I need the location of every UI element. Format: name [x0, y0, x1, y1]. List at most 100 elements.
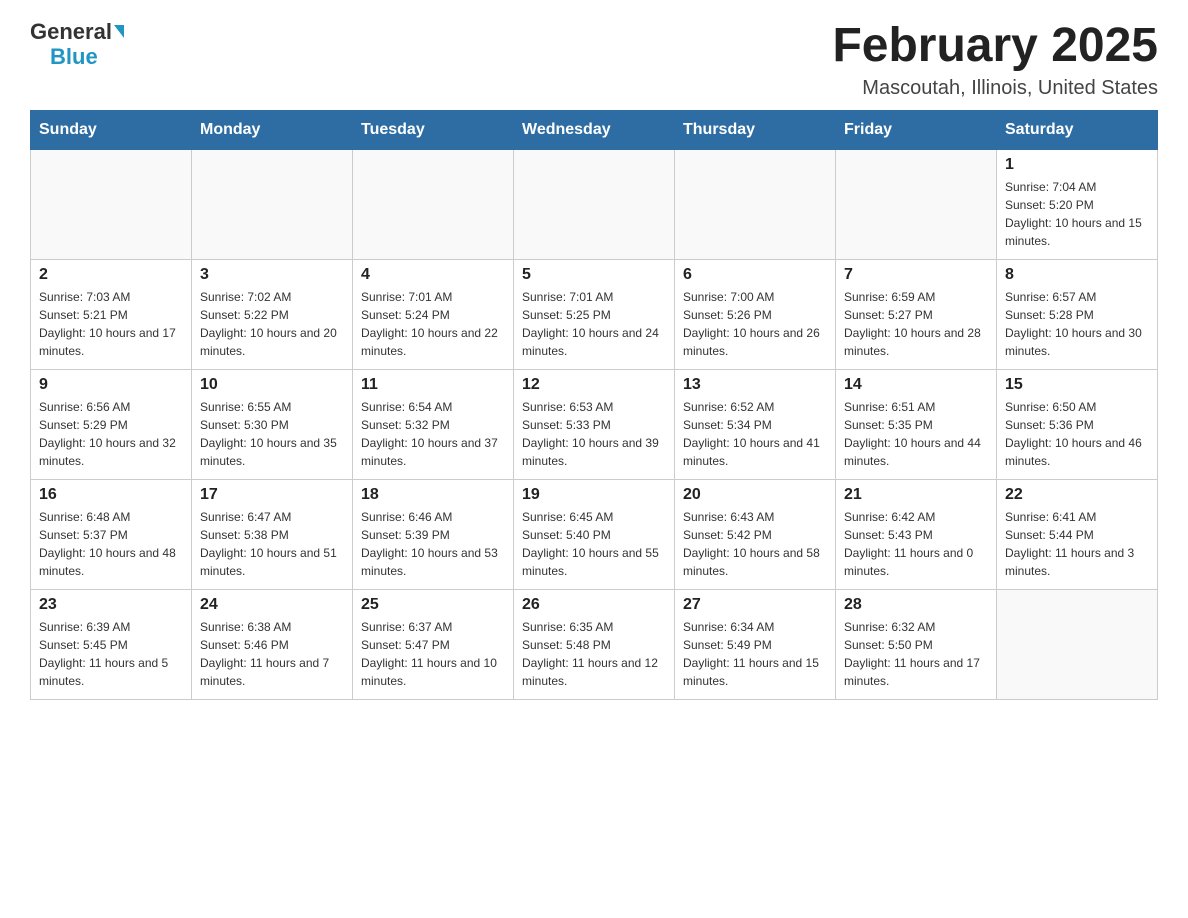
calendar-day-cell: 4 Sunrise: 7:01 AM Sunset: 5:24 PM Daylig… [353, 259, 514, 369]
day-info: Sunrise: 6:35 AM Sunset: 5:48 PM Dayligh… [522, 618, 666, 690]
day-number: 6 [683, 266, 827, 284]
day-info: Sunrise: 6:43 AM Sunset: 5:42 PM Dayligh… [683, 508, 827, 580]
calendar-week-row: 23 Sunrise: 6:39 AM Sunset: 5:45 PM Dayli… [31, 589, 1158, 699]
day-info: Sunrise: 7:01 AM Sunset: 5:24 PM Dayligh… [361, 288, 505, 360]
day-number: 7 [844, 266, 988, 284]
day-number: 2 [39, 266, 183, 284]
calendar-day-cell: 7 Sunrise: 6:59 AM Sunset: 5:27 PM Daylig… [836, 259, 997, 369]
day-number: 12 [522, 376, 666, 394]
day-info: Sunrise: 7:02 AM Sunset: 5:22 PM Dayligh… [200, 288, 344, 360]
calendar-day-cell: 25 Sunrise: 6:37 AM Sunset: 5:47 PM Dayli… [353, 589, 514, 699]
calendar-title: February 2025 [832, 20, 1158, 73]
weekday-header-sunday: Sunday [31, 110, 192, 149]
logo-blue-text: Blue [50, 44, 98, 69]
day-number: 1 [1005, 156, 1149, 174]
calendar-day-cell [675, 149, 836, 259]
day-info: Sunrise: 6:55 AM Sunset: 5:30 PM Dayligh… [200, 398, 344, 470]
calendar-day-cell: 17Sunrise: 6:47 AM Sunset: 5:38 PM Dayli… [192, 479, 353, 589]
calendar-day-cell: 12 Sunrise: 6:53 AM Sunset: 5:33 PM Dayli… [514, 369, 675, 479]
day-info: Sunrise: 6:48 AM Sunset: 5:37 PM Dayligh… [39, 508, 183, 580]
day-number: 18 [361, 486, 505, 504]
day-number: 22 [1005, 486, 1149, 504]
calendar-day-cell: 23 Sunrise: 6:39 AM Sunset: 5:45 PM Dayli… [31, 589, 192, 699]
day-info: Sunrise: 6:46 AM Sunset: 5:39 PM Dayligh… [361, 508, 505, 580]
calendar-day-cell: 16Sunrise: 6:48 AM Sunset: 5:37 PM Dayli… [31, 479, 192, 589]
day-number: 8 [1005, 266, 1149, 284]
day-info: Sunrise: 6:53 AM Sunset: 5:33 PM Dayligh… [522, 398, 666, 470]
calendar-day-cell [836, 149, 997, 259]
day-info: Sunrise: 6:56 AM Sunset: 5:29 PM Dayligh… [39, 398, 183, 470]
day-number: 4 [361, 266, 505, 284]
day-info: Sunrise: 6:59 AM Sunset: 5:27 PM Dayligh… [844, 288, 988, 360]
weekday-header-wednesday: Wednesday [514, 110, 675, 149]
calendar-day-cell: 19 Sunrise: 6:45 AM Sunset: 5:40 PM Dayli… [514, 479, 675, 589]
day-info: Sunrise: 7:01 AM Sunset: 5:25 PM Dayligh… [522, 288, 666, 360]
calendar-day-cell: 24 Sunrise: 6:38 AM Sunset: 5:46 PM Dayli… [192, 589, 353, 699]
day-info: Sunrise: 7:04 AM Sunset: 5:20 PM Dayligh… [1005, 178, 1149, 250]
calendar-day-cell: 22 Sunrise: 6:41 AM Sunset: 5:44 PM Dayli… [997, 479, 1158, 589]
calendar-header-row: SundayMondayTuesdayWednesdayThursdayFrid… [31, 110, 1158, 149]
calendar-day-cell [192, 149, 353, 259]
day-number: 20 [683, 486, 827, 504]
day-info: Sunrise: 7:00 AM Sunset: 5:26 PM Dayligh… [683, 288, 827, 360]
day-number: 5 [522, 266, 666, 284]
calendar-day-cell: 1 Sunrise: 7:04 AM Sunset: 5:20 PM Daylig… [997, 149, 1158, 259]
calendar-day-cell: 8 Sunrise: 6:57 AM Sunset: 5:28 PM Daylig… [997, 259, 1158, 369]
calendar-day-cell [31, 149, 192, 259]
calendar-day-cell: 9 Sunrise: 6:56 AM Sunset: 5:29 PM Daylig… [31, 369, 192, 479]
calendar-day-cell: 14 Sunrise: 6:51 AM Sunset: 5:35 PM Dayli… [836, 369, 997, 479]
day-number: 19 [522, 486, 666, 504]
calendar-day-cell: 21Sunrise: 6:42 AM Sunset: 5:43 PM Dayli… [836, 479, 997, 589]
calendar-day-cell: 11 Sunrise: 6:54 AM Sunset: 5:32 PM Dayli… [353, 369, 514, 479]
calendar-week-row: 16Sunrise: 6:48 AM Sunset: 5:37 PM Dayli… [31, 479, 1158, 589]
logo-general-text: General [30, 20, 112, 44]
day-info: Sunrise: 6:37 AM Sunset: 5:47 PM Dayligh… [361, 618, 505, 690]
day-info: Sunrise: 6:45 AM Sunset: 5:40 PM Dayligh… [522, 508, 666, 580]
weekday-header-thursday: Thursday [675, 110, 836, 149]
day-info: Sunrise: 6:51 AM Sunset: 5:35 PM Dayligh… [844, 398, 988, 470]
day-number: 10 [200, 376, 344, 394]
weekday-header-friday: Friday [836, 110, 997, 149]
calendar-week-row: 2Sunrise: 7:03 AM Sunset: 5:21 PM Daylig… [31, 259, 1158, 369]
day-info: Sunrise: 6:52 AM Sunset: 5:34 PM Dayligh… [683, 398, 827, 470]
calendar-week-row: 1 Sunrise: 7:04 AM Sunset: 5:20 PM Daylig… [31, 149, 1158, 259]
calendar-day-cell: 18 Sunrise: 6:46 AM Sunset: 5:39 PM Dayli… [353, 479, 514, 589]
day-info: Sunrise: 6:39 AM Sunset: 5:45 PM Dayligh… [39, 618, 183, 690]
calendar-day-cell: 6 Sunrise: 7:00 AM Sunset: 5:26 PM Daylig… [675, 259, 836, 369]
weekday-header-tuesday: Tuesday [353, 110, 514, 149]
day-number: 23 [39, 596, 183, 614]
logo-arrow-icon [114, 25, 124, 38]
day-number: 13 [683, 376, 827, 394]
day-info: Sunrise: 6:57 AM Sunset: 5:28 PM Dayligh… [1005, 288, 1149, 360]
title-block: February 2025 Mascoutah, Illinois, Unite… [832, 20, 1158, 100]
calendar-day-cell: 27 Sunrise: 6:34 AM Sunset: 5:49 PM Dayli… [675, 589, 836, 699]
calendar-day-cell: 26 Sunrise: 6:35 AM Sunset: 5:48 PM Dayli… [514, 589, 675, 699]
day-number: 28 [844, 596, 988, 614]
calendar-day-cell: 2Sunrise: 7:03 AM Sunset: 5:21 PM Daylig… [31, 259, 192, 369]
calendar-day-cell: 20 Sunrise: 6:43 AM Sunset: 5:42 PM Dayli… [675, 479, 836, 589]
calendar-day-cell [997, 589, 1158, 699]
day-info: Sunrise: 6:38 AM Sunset: 5:46 PM Dayligh… [200, 618, 344, 690]
day-number: 11 [361, 376, 505, 394]
day-number: 14 [844, 376, 988, 394]
calendar-day-cell: 10 Sunrise: 6:55 AM Sunset: 5:30 PM Dayli… [192, 369, 353, 479]
day-info: Sunrise: 6:32 AM Sunset: 5:50 PM Dayligh… [844, 618, 988, 690]
weekday-header-saturday: Saturday [997, 110, 1158, 149]
day-number: 24 [200, 596, 344, 614]
calendar-day-cell: 13 Sunrise: 6:52 AM Sunset: 5:34 PM Dayli… [675, 369, 836, 479]
day-number: 25 [361, 596, 505, 614]
day-info: Sunrise: 6:47 AM Sunset: 5:38 PM Dayligh… [200, 508, 344, 580]
day-info: Sunrise: 6:41 AM Sunset: 5:44 PM Dayligh… [1005, 508, 1149, 580]
calendar-day-cell: 28 Sunrise: 6:32 AM Sunset: 5:50 PM Dayli… [836, 589, 997, 699]
day-number: 27 [683, 596, 827, 614]
day-info: Sunrise: 6:34 AM Sunset: 5:49 PM Dayligh… [683, 618, 827, 690]
day-info: Sunrise: 6:54 AM Sunset: 5:32 PM Dayligh… [361, 398, 505, 470]
day-number: 26 [522, 596, 666, 614]
weekday-header-monday: Monday [192, 110, 353, 149]
day-info: Sunrise: 6:42 AM Sunset: 5:43 PM Dayligh… [844, 508, 988, 580]
calendar-day-cell: 5 Sunrise: 7:01 AM Sunset: 5:25 PM Daylig… [514, 259, 675, 369]
logo: General Blue [30, 20, 124, 70]
calendar-day-cell: 15Sunrise: 6:50 AM Sunset: 5:36 PM Dayli… [997, 369, 1158, 479]
calendar-location: Mascoutah, Illinois, United States [832, 77, 1158, 100]
day-number: 9 [39, 376, 183, 394]
